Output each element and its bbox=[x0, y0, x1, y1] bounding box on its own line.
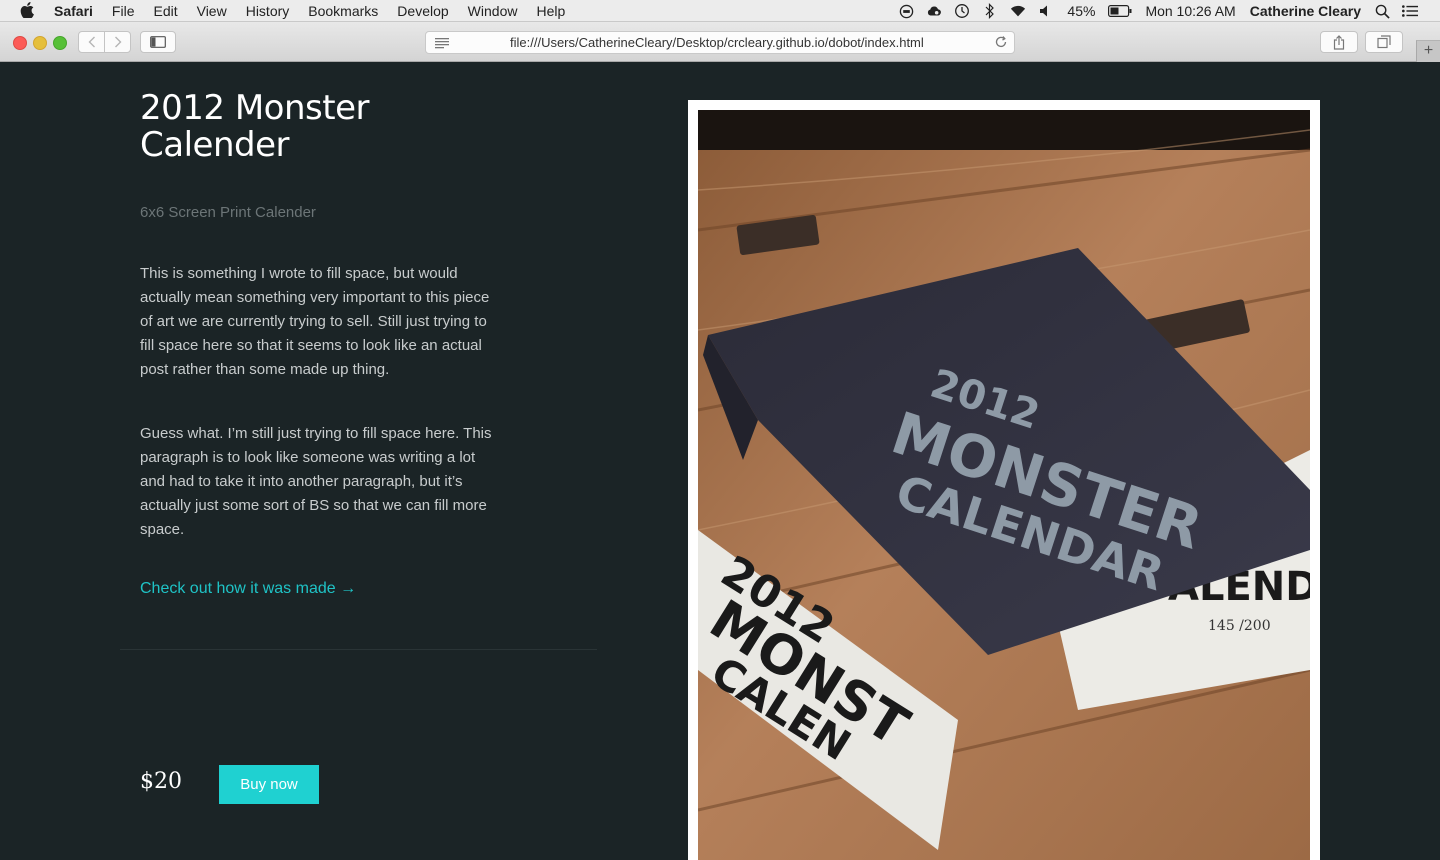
creative-cloud-icon[interactable] bbox=[926, 3, 942, 19]
menu-file[interactable]: File bbox=[112, 2, 135, 20]
menu-bar: Safari File Edit View History Bookmarks … bbox=[0, 0, 1440, 22]
close-window-button[interactable] bbox=[13, 36, 27, 50]
menu-help[interactable]: Help bbox=[536, 2, 565, 20]
share-button[interactable] bbox=[1320, 31, 1358, 53]
share-icon bbox=[1333, 34, 1345, 50]
browser-toolbar: file:///Users/CatherineCleary/Desktop/cr… bbox=[0, 22, 1440, 62]
description-paragraph-2: Guess what. I’m still just trying to fil… bbox=[140, 425, 492, 538]
menu-bookmarks[interactable]: Bookmarks bbox=[308, 2, 378, 20]
minimize-window-button[interactable] bbox=[33, 36, 47, 50]
calendar-photo-illustration: 2012 MONST CALEN ALEND 145 /200 2012 MON… bbox=[698, 110, 1310, 860]
address-bar[interactable]: file:///Users/CatherineCleary/Desktop/cr… bbox=[425, 31, 1015, 54]
clock[interactable]: Mon 10:26 AM bbox=[1145, 0, 1235, 22]
menu-items: Safari File Edit View History Bookmarks … bbox=[54, 2, 584, 20]
wifi-icon[interactable] bbox=[1010, 3, 1026, 19]
product-photo-frame: 2012 MONST CALEN ALEND 145 /200 2012 MON… bbox=[688, 100, 1320, 860]
new-tab-button[interactable]: + bbox=[1416, 40, 1440, 62]
product-title: 2012 Monster Calender bbox=[140, 88, 369, 165]
buy-now-button[interactable]: Buy now bbox=[219, 765, 319, 804]
menu-develop[interactable]: Develop bbox=[397, 2, 448, 20]
chevron-right-icon bbox=[114, 36, 121, 48]
plus-icon: + bbox=[1423, 42, 1434, 59]
product-subtitle: 6x6 Screen Print Calender bbox=[140, 204, 316, 221]
menu-window[interactable]: Window bbox=[468, 2, 518, 20]
back-button[interactable] bbox=[78, 31, 105, 53]
chevron-left-icon bbox=[88, 36, 95, 48]
menu-app-safari[interactable]: Safari bbox=[54, 2, 93, 20]
fullscreen-window-button[interactable] bbox=[53, 36, 67, 50]
show-sidebar-button[interactable] bbox=[140, 31, 176, 53]
url-text[interactable]: file:///Users/CatherineCleary/Desktop/cr… bbox=[510, 35, 924, 51]
divider bbox=[120, 649, 597, 650]
bluetooth-icon[interactable] bbox=[982, 3, 998, 19]
apple-icon[interactable] bbox=[20, 2, 34, 18]
menu-view[interactable]: View bbox=[197, 2, 227, 20]
status-area: 45% Mon 10:26 AM Catherine Cleary bbox=[892, 0, 1440, 22]
sidebar-icon bbox=[150, 36, 166, 48]
adblock-icon[interactable] bbox=[898, 3, 914, 19]
battery-percent: 45% bbox=[1067, 3, 1096, 19]
edition-number: 145 /200 bbox=[1208, 618, 1271, 634]
menu-history[interactable]: History bbox=[246, 2, 290, 20]
notification-center-icon[interactable] bbox=[1402, 3, 1418, 19]
tabs-overview-icon bbox=[1377, 35, 1391, 49]
how-it-was-made-link[interactable]: Check out how it was made → bbox=[140, 580, 356, 598]
user-name[interactable]: Catherine Cleary bbox=[1250, 0, 1361, 22]
forward-button[interactable] bbox=[104, 31, 131, 53]
page-content: 2012 Monster Calender 6x6 Screen Print C… bbox=[0, 62, 1440, 860]
menu-edit[interactable]: Edit bbox=[153, 2, 177, 20]
description-paragraph-1: This is something I wrote to fill space,… bbox=[140, 265, 490, 378]
product-photo: 2012 MONST CALEN ALEND 145 /200 2012 MON… bbox=[698, 110, 1310, 860]
spotlight-icon[interactable] bbox=[1374, 3, 1390, 19]
time-machine-icon[interactable] bbox=[954, 3, 970, 19]
battery-icon[interactable] bbox=[1108, 3, 1132, 19]
show-all-tabs-button[interactable] bbox=[1365, 31, 1403, 53]
reload-icon[interactable] bbox=[994, 35, 1008, 49]
volume-icon[interactable] bbox=[1038, 3, 1054, 19]
price: $20 bbox=[140, 769, 182, 794]
reader-view-icon[interactable] bbox=[434, 36, 450, 50]
